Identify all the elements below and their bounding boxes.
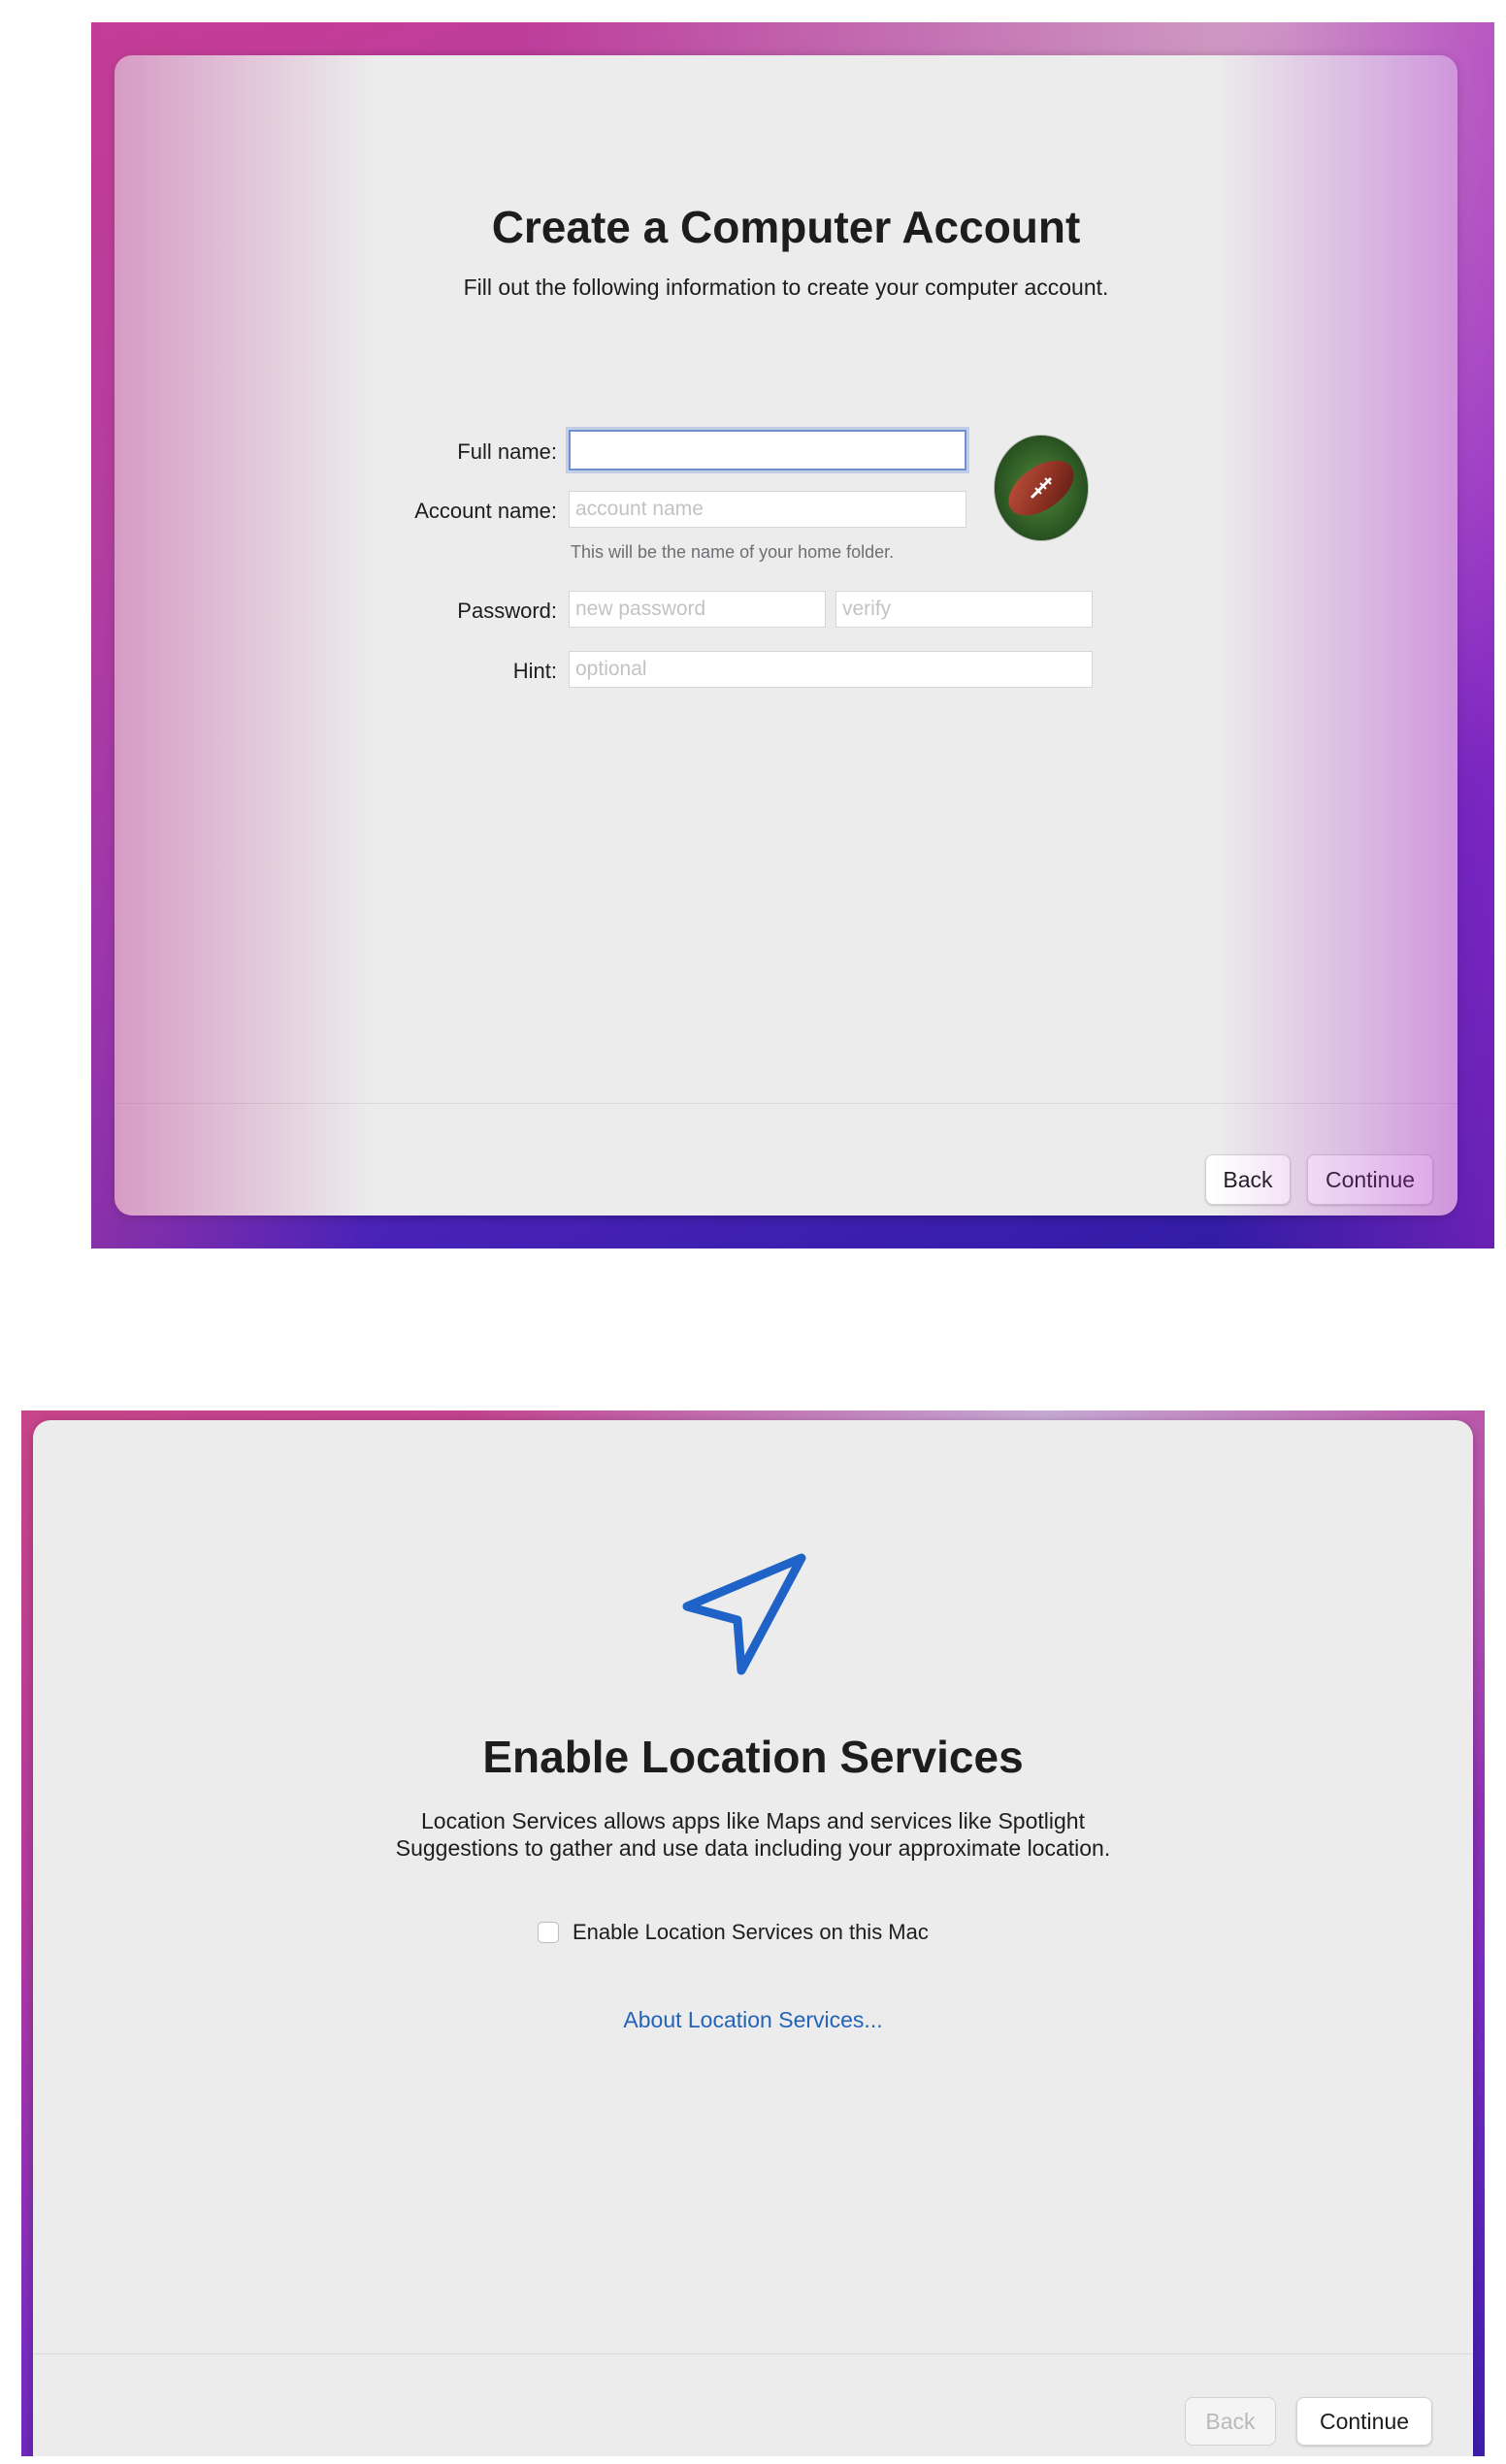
account-name-field[interactable] [569, 491, 966, 528]
about-location-services-link[interactable]: About Location Services... [33, 2007, 1473, 2033]
user-avatar[interactable] [995, 436, 1088, 540]
description-line-1: Location Services allows apps like Maps … [421, 1808, 1085, 1833]
account-setup-window: Create a Computer Account Fill out the f… [115, 55, 1457, 1216]
account-setup-screenshot: Create a Computer Account Fill out the f… [91, 22, 1494, 1248]
description-line-2: Suggestions to gather and use data inclu… [395, 1835, 1111, 1861]
location-arrow-icon [682, 1553, 806, 1675]
page-subtitle: Fill out the following information to cr… [463, 275, 1109, 300]
location-services-screenshot: Enable Location Services Location Servic… [21, 1410, 1485, 2456]
full-name-label: Full name: [457, 439, 557, 464]
enable-location-checkbox[interactable] [538, 1922, 559, 1943]
continue-button[interactable]: Continue [1296, 2397, 1432, 2446]
account-name-helper: This will be the name of your home folde… [571, 542, 895, 562]
back-button[interactable]: Back [1185, 2397, 1276, 2446]
account-name-label: Account name: [414, 499, 557, 523]
hint-field[interactable] [569, 651, 1093, 688]
back-button[interactable]: Back [1205, 1154, 1291, 1205]
enable-location-label[interactable]: Enable Location Services on this Mac [573, 1920, 929, 1945]
page-title: Create a Computer Account [491, 202, 1081, 252]
password-label: Password: [457, 599, 557, 623]
continue-button[interactable]: Continue [1307, 1154, 1433, 1205]
verify-password-field[interactable] [835, 591, 1093, 628]
password-field[interactable] [569, 591, 826, 628]
hint-label: Hint: [512, 659, 557, 683]
location-services-window: Enable Location Services Location Servic… [33, 1420, 1473, 2456]
page-title: Enable Location Services [482, 1732, 1024, 1782]
footer-divider [115, 1103, 1457, 1104]
full-name-field[interactable] [569, 430, 966, 470]
football-avatar-icon [995, 436, 1088, 540]
footer-divider [33, 2353, 1473, 2354]
